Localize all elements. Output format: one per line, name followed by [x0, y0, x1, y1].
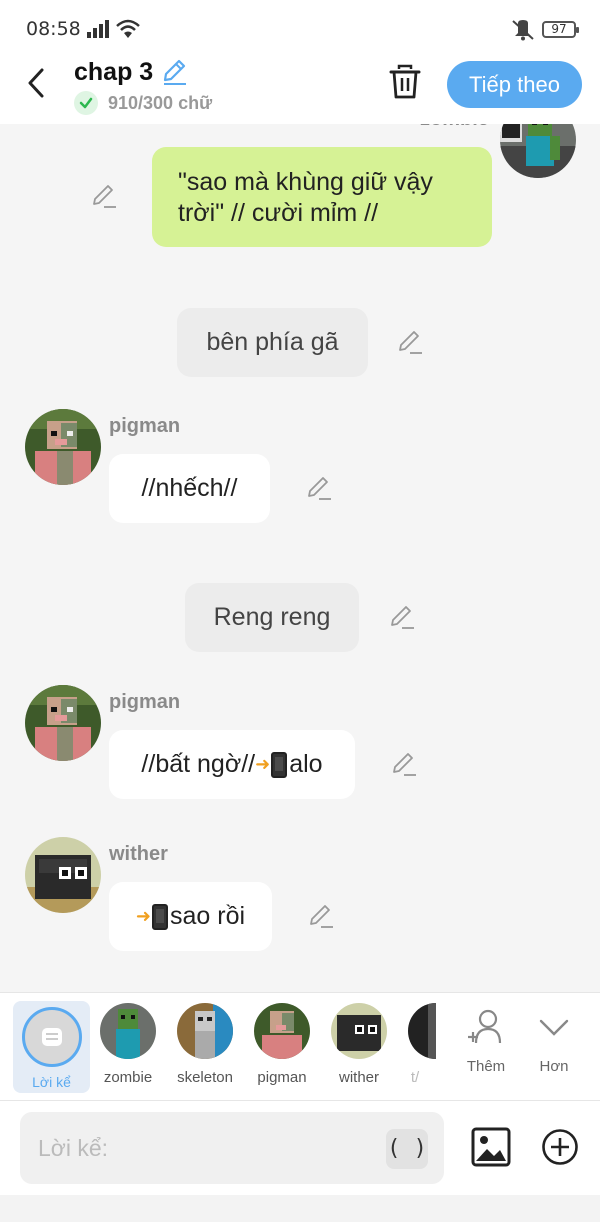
back-icon[interactable] — [20, 66, 54, 100]
narration-bubble[interactable]: Reng reng — [185, 583, 359, 652]
avatar — [100, 1003, 156, 1059]
arrow-icon: ➜ — [135, 906, 152, 926]
message-bubble[interactable]: ➜ sao rồi — [109, 882, 272, 951]
narration-bubble[interactable]: bên phía gã — [177, 308, 368, 377]
own-message-bubble[interactable]: "sao mà khùng giữ vậy trời" // cười mỉm … — [152, 147, 492, 247]
pencil-icon[interactable] — [396, 328, 424, 356]
character-bar: Lời kể zombie skeleton pigman wither t/ — [0, 992, 600, 1100]
pencil-icon[interactable] — [90, 182, 118, 210]
character-label: pigman — [257, 1069, 307, 1086]
edit-icon[interactable] — [160, 58, 188, 86]
message-bubble[interactable]: //bất ngờ//➜ alo — [109, 730, 355, 799]
more-label: Hơn — [539, 1058, 569, 1075]
trash-icon[interactable] — [388, 64, 422, 100]
check-icon — [74, 91, 98, 115]
message-text: bên phía gã — [206, 328, 339, 356]
parentheses-button[interactable]: ( ) — [386, 1129, 428, 1169]
battery-icon: 97 — [542, 21, 579, 38]
character-label: wither — [338, 1069, 379, 1086]
status-time: 08:58 — [26, 18, 81, 40]
speaker-name: pigman — [109, 415, 181, 437]
avatar[interactable] — [25, 837, 101, 913]
zombie-avatar-image — [500, 124, 576, 178]
avatar — [331, 1003, 387, 1059]
arrow-icon: ➜ — [255, 754, 271, 774]
speaker-name: pigman — [109, 691, 181, 713]
character-skeleton[interactable]: skeleton — [169, 1003, 241, 1086]
pencil-icon[interactable] — [307, 902, 335, 930]
wither-avatar-image — [25, 837, 101, 913]
signal-icon — [87, 20, 109, 38]
pigman-avatar-image — [25, 409, 101, 485]
character-label: skeleton — [177, 1069, 233, 1086]
pencil-icon[interactable] — [388, 603, 416, 631]
chat-area[interactable]: zombie "sao mà khùng giữ vậy trời" // cư… — [0, 124, 600, 992]
pencil-icon[interactable] — [390, 750, 418, 778]
character-pigman[interactable]: pigman — [246, 1003, 318, 1086]
pencil-icon[interactable] — [305, 474, 333, 502]
character-partial[interactable]: t/ — [394, 1003, 436, 1086]
bottom-bar — [0, 1195, 600, 1222]
character-zombie[interactable]: zombie — [92, 1003, 164, 1086]
more-button[interactable]: Hơn — [524, 1007, 584, 1075]
narrator-icon — [22, 1007, 82, 1067]
narration-input[interactable] — [20, 1112, 444, 1184]
character-narrator-selected[interactable]: Lời kể — [13, 1001, 90, 1093]
avatar[interactable] — [25, 685, 101, 761]
message-text: //nhếch// — [141, 474, 238, 502]
phone-icon — [152, 903, 169, 930]
pigman-avatar-image — [25, 685, 101, 761]
composer: ( ) — [0, 1100, 600, 1222]
chapter-title: chap 3 — [74, 58, 154, 86]
message-text-after: alo — [289, 750, 323, 778]
avatar[interactable] — [500, 124, 576, 178]
mute-icon — [512, 20, 534, 41]
plus-circle-icon[interactable] — [541, 1128, 579, 1166]
add-person-icon — [468, 1009, 502, 1044]
editor-header: chap 3 910/300 chữ Tiếp theo — [0, 58, 600, 124]
character-label: zombie — [103, 1069, 153, 1086]
status-bar: 08:58 97 — [0, 0, 600, 58]
message-text: "sao mà khùng giữ vậy trời" // cười mỉm … — [178, 168, 433, 227]
chevron-down-icon — [539, 1019, 569, 1036]
avatar — [177, 1003, 233, 1059]
word-count: 910/300 chữ — [108, 93, 213, 113]
avatar — [254, 1003, 310, 1059]
speaker-name: wither — [109, 843, 168, 865]
add-label: Thêm — [466, 1058, 506, 1075]
message-text: Reng reng — [213, 603, 331, 631]
avatar — [408, 1003, 436, 1059]
next-button[interactable]: Tiếp theo — [447, 61, 582, 108]
speaker-name: zombie — [420, 124, 489, 131]
image-icon[interactable] — [471, 1127, 511, 1167]
message-text-before: //bất ngờ// — [141, 750, 256, 778]
wifi-icon — [116, 19, 140, 38]
avatar[interactable] — [25, 409, 101, 485]
character-label: Lời kể — [32, 1074, 71, 1090]
add-character-button[interactable]: Thêm — [456, 1007, 516, 1075]
phone-icon — [271, 751, 288, 778]
character-wither[interactable]: wither — [323, 1003, 395, 1086]
message-text-after: sao rồi — [170, 902, 246, 930]
character-label: t/ — [410, 1069, 420, 1086]
message-bubble[interactable]: //nhếch// — [109, 454, 270, 523]
